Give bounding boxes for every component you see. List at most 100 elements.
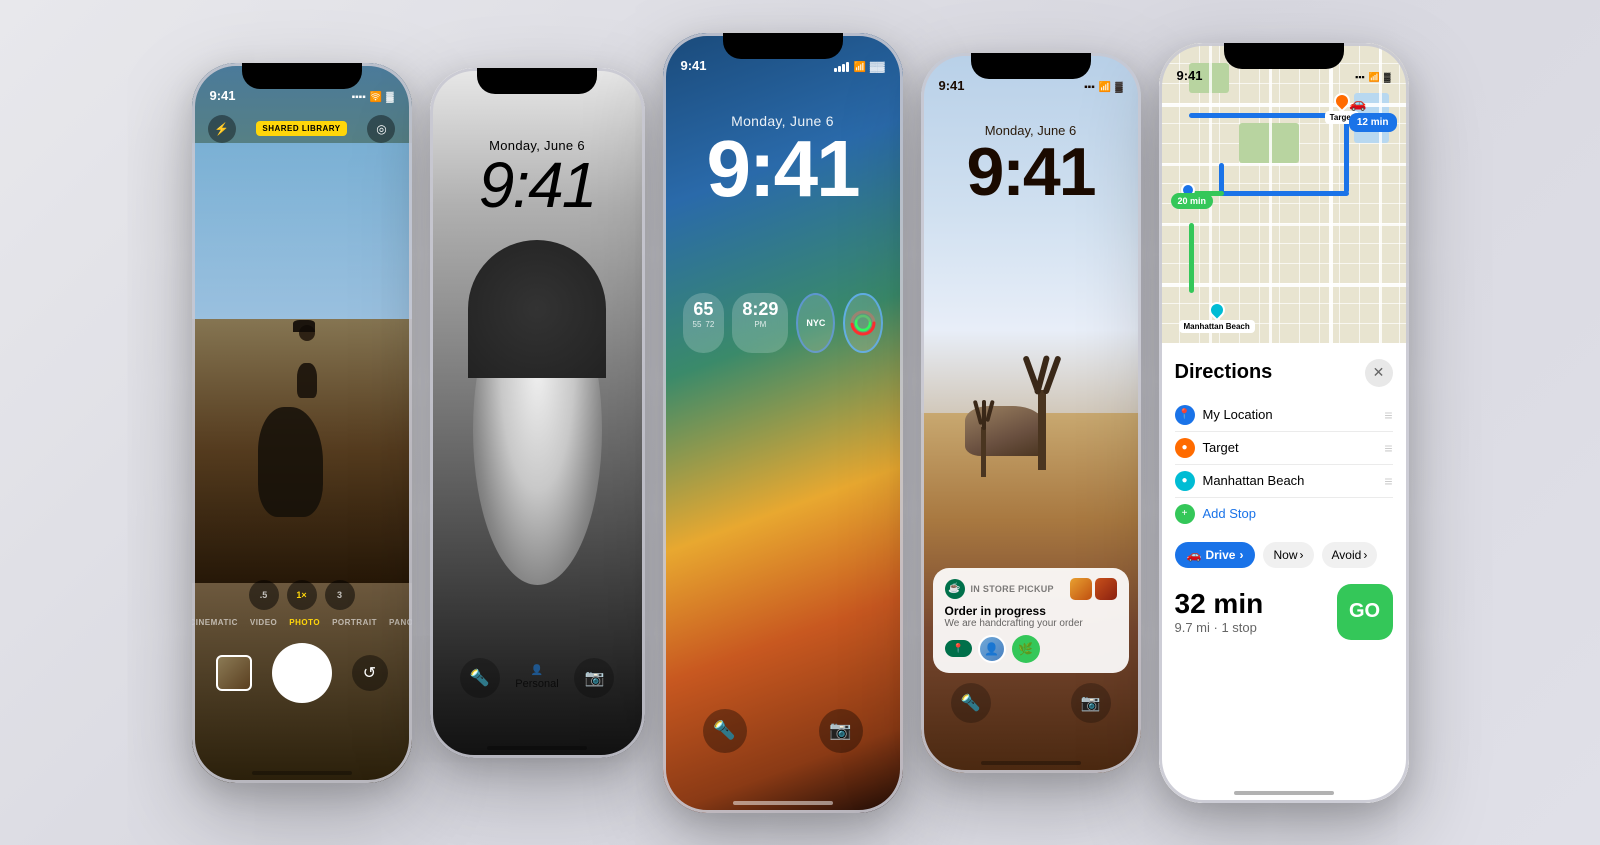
zoom-3x[interactable]: 3 bbox=[325, 580, 355, 610]
green-badge[interactable]: 🌿 bbox=[1012, 635, 1040, 663]
desert-lockscreen-phone: 9:41 ▪▪▪ 📶 ▓ Monday, June 6 9:41 ☕ bbox=[921, 53, 1141, 773]
now-label: Now bbox=[1273, 548, 1297, 562]
bar1 bbox=[834, 68, 837, 72]
camera-controls: .5 1× 3 CINEMATIC VIDEO PHOTO PORTRAIT P… bbox=[192, 580, 412, 703]
weather-widget[interactable]: 65 55 72 bbox=[683, 293, 725, 353]
temp-num: 65 bbox=[693, 299, 713, 320]
rider-torso bbox=[297, 363, 317, 398]
order-action-badge[interactable]: 📍 bbox=[945, 640, 972, 657]
road-v2 bbox=[1269, 43, 1272, 353]
flashlight-button[interactable]: 🔦 bbox=[460, 658, 500, 698]
desert-camera-button[interactable]: 📷 bbox=[1071, 683, 1111, 723]
phone1-status-icons: ▪▪▪▪ 🛜 ▓ bbox=[352, 92, 394, 103]
personal-section: 👤 Personal bbox=[515, 665, 558, 690]
flash-button[interactable]: ⚡ bbox=[208, 115, 236, 143]
bw-lockscreen: Monday, June 6 9:41 🔦 👤 Personal 📷 bbox=[430, 68, 645, 758]
mb-handle: ≡ bbox=[1384, 473, 1392, 489]
transport-row: 🚗 Drive › Now › Avoid › bbox=[1175, 542, 1393, 568]
add-stop-icon[interactable]: + bbox=[1175, 504, 1195, 524]
zoom-1x[interactable]: 1× bbox=[287, 580, 317, 610]
signal-icon: ▪▪▪▪ bbox=[352, 92, 366, 103]
mode-photo[interactable]: PHOTO bbox=[289, 618, 320, 627]
directions-panel: Directions ✕ 📍 My Location ≡ ● Target ≡ bbox=[1159, 343, 1409, 803]
close-button[interactable]: ✕ bbox=[1365, 359, 1393, 387]
location-widget[interactable]: NYC bbox=[796, 293, 835, 353]
phone1-time: 9:41 bbox=[210, 88, 236, 103]
t2-b2 bbox=[982, 400, 986, 430]
avoid-button[interactable]: Avoid › bbox=[1322, 542, 1378, 568]
color-time-section: Monday, June 6 9:41 bbox=[663, 113, 903, 209]
activity-ring-icon bbox=[848, 308, 878, 338]
desert-bottom: 🔦 📷 bbox=[921, 683, 1141, 723]
battery-icon: ▓ bbox=[386, 92, 393, 103]
road-v4 bbox=[1379, 43, 1382, 353]
drive-chevron: › bbox=[1239, 548, 1243, 562]
phone3-status-icons: 📶 ▓▓ bbox=[834, 62, 884, 73]
tree-trunk bbox=[1038, 390, 1046, 470]
duration-section: 32 min 9.7 mi · 1 stop bbox=[1175, 588, 1264, 635]
notif-actions: 📍 👤 🌿 bbox=[945, 635, 1117, 663]
hat bbox=[293, 320, 315, 332]
mode-portrait[interactable]: PORTRAIT bbox=[332, 618, 377, 627]
go-button[interactable]: GO bbox=[1337, 584, 1393, 640]
road-v3 bbox=[1329, 43, 1333, 353]
joshua-tree-2 bbox=[976, 400, 992, 477]
photo-thumbnail[interactable] bbox=[216, 655, 252, 691]
target-icon: ● bbox=[1175, 438, 1195, 458]
route-segment-2 bbox=[1344, 113, 1349, 193]
shared-library-badge[interactable]: SHARED LIBRARY bbox=[256, 121, 346, 136]
starbucks-notification[interactable]: ☕ In store pickup Order in progress We a… bbox=[933, 568, 1129, 673]
go-section: 32 min 9.7 mi · 1 stop GO bbox=[1175, 584, 1393, 640]
road-h3 bbox=[1159, 223, 1409, 226]
mode-cinematic[interactable]: CINEMATIC bbox=[192, 618, 238, 627]
color-bottom-bar: 🔦 📷 bbox=[663, 709, 903, 753]
camera-button[interactable]: 📷 bbox=[574, 658, 614, 698]
mb-pin-dot bbox=[1205, 298, 1228, 321]
mode-pano[interactable]: PANO bbox=[389, 618, 412, 627]
phone3-notch bbox=[723, 33, 843, 59]
location-label: NYC bbox=[806, 318, 825, 328]
zoom-point5[interactable]: .5 bbox=[249, 580, 279, 610]
shutter-button[interactable] bbox=[272, 643, 332, 703]
person-icon: 👤 bbox=[531, 665, 543, 676]
waypoint-manhattan-beach: ● Manhattan Beach ≡ bbox=[1175, 465, 1393, 498]
desert-flashlight-button[interactable]: 🔦 bbox=[951, 683, 991, 723]
map-area[interactable]: Target Manhattan Beach 12 min 20 min 🚗 bbox=[1159, 43, 1409, 353]
mb-name: Manhattan Beach bbox=[1203, 473, 1377, 488]
phone1-home-indicator bbox=[252, 771, 352, 775]
bar3 bbox=[842, 64, 845, 72]
car-icon: 🚗 bbox=[1349, 95, 1366, 112]
phone1-wrapper: 9:41 ▪▪▪▪ 🛜 ▓ ⚡ SHARED LIBRARY ◎ bbox=[192, 63, 412, 783]
now-chevron: › bbox=[1300, 548, 1304, 562]
person-badge[interactable]: 👤 bbox=[978, 635, 1006, 663]
bw-time-section: Monday, June 6 9:41 bbox=[430, 138, 645, 217]
time-widget[interactable]: 8:29 PM bbox=[732, 293, 788, 353]
live-photo-button[interactable]: ◎ bbox=[367, 115, 395, 143]
avoid-chevron: › bbox=[1363, 548, 1367, 562]
flip-camera-button[interactable]: ↺ bbox=[352, 655, 388, 691]
battery-icon3: ▓▓ bbox=[870, 62, 885, 73]
add-stop-label[interactable]: Add Stop bbox=[1203, 506, 1257, 521]
battery4: ▓ bbox=[1115, 82, 1122, 93]
now-button[interactable]: Now › bbox=[1263, 542, 1313, 568]
my-location-icon: 📍 bbox=[1175, 405, 1195, 425]
eta-badge-12min: 12 min bbox=[1349, 113, 1397, 132]
phone3-home-indicator bbox=[733, 801, 833, 805]
horse-body bbox=[258, 407, 323, 517]
waypoint-target: ● Target ≡ bbox=[1175, 432, 1393, 465]
phone3-wrapper: 9:41 📶 ▓▓ Monday, June 6 bbox=[663, 33, 903, 813]
tree-branches bbox=[1029, 355, 1055, 395]
road-h2 bbox=[1159, 163, 1409, 166]
my-location-handle: ≡ bbox=[1384, 407, 1392, 423]
wifi-icon: 🛜 bbox=[370, 92, 382, 103]
camera-phone: 9:41 ▪▪▪▪ 🛜 ▓ ⚡ SHARED LIBRARY ◎ bbox=[192, 63, 412, 783]
activity-widget[interactable] bbox=[843, 293, 882, 353]
drive-button[interactable]: 🚗 Drive › bbox=[1175, 542, 1256, 568]
waypoint-my-location: 📍 My Location ≡ bbox=[1175, 399, 1393, 432]
desert-lockscreen: 9:41 ▪▪▪ 📶 ▓ Monday, June 6 9:41 ☕ bbox=[921, 53, 1141, 773]
color-flashlight-button[interactable]: 🔦 bbox=[703, 709, 747, 753]
route-segment-green2 bbox=[1189, 223, 1194, 293]
color-camera-button[interactable]: 📷 bbox=[819, 709, 863, 753]
bw-lockscreen-phone: Monday, June 6 9:41 🔦 👤 Personal 📷 bbox=[430, 68, 645, 758]
mode-video[interactable]: VIDEO bbox=[250, 618, 277, 627]
